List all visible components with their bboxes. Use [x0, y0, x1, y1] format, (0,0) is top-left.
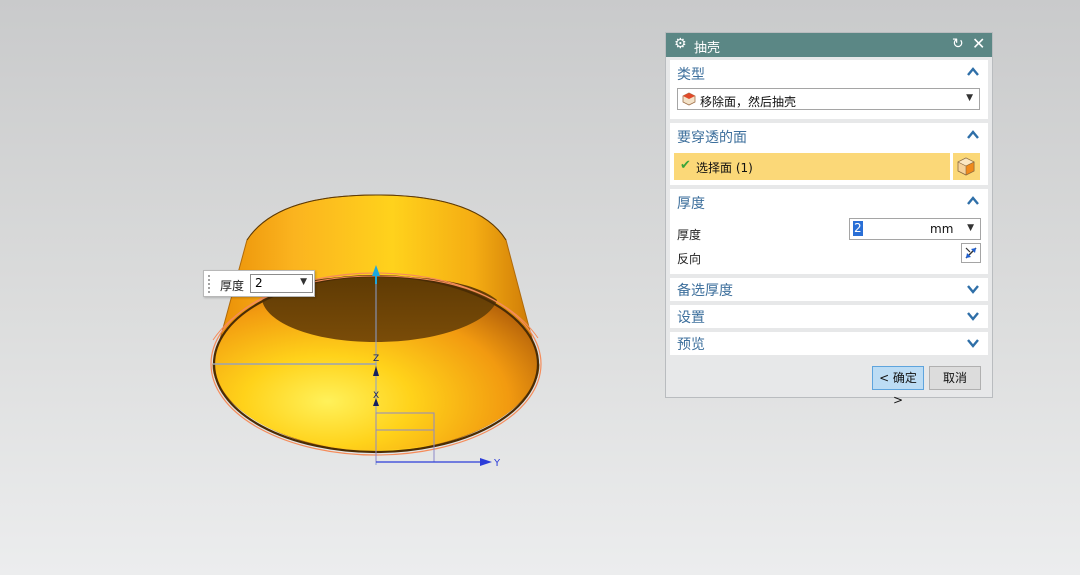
- section-preview-header[interactable]: 预览: [677, 334, 705, 354]
- axis-y-label: Y: [493, 458, 501, 469]
- section-settings-header[interactable]: 设置: [677, 307, 705, 327]
- section-thickness: 厚度 厚度 2 mm ▼ 反向: [670, 189, 988, 274]
- thickness-unit: mm: [930, 222, 954, 236]
- section-alt-thickness[interactable]: 备选厚度: [670, 278, 988, 301]
- chevron-down-icon[interactable]: [966, 282, 980, 296]
- type-dropdown[interactable]: 移除面，然后抽壳 ▼: [677, 88, 980, 110]
- checkmark-icon: ✔: [680, 158, 691, 173]
- chevron-up-icon[interactable]: [966, 65, 980, 79]
- remove-face-icon: [682, 92, 696, 106]
- chevron-down-icon[interactable]: ▼: [967, 223, 974, 233]
- cancel-button[interactable]: 取消: [929, 366, 981, 390]
- drag-grip-icon[interactable]: [207, 274, 211, 293]
- thickness-input[interactable]: 2 mm ▼: [849, 218, 981, 240]
- cube-icon: [957, 157, 975, 176]
- dialog-title-bar[interactable]: ⚙ 抽壳 ↻ ✕: [666, 33, 992, 57]
- chevron-down-icon[interactable]: ▼: [966, 93, 973, 103]
- section-type-header[interactable]: 类型: [677, 64, 705, 84]
- float-thickness-value: 2: [255, 276, 263, 290]
- float-thickness-label: 厚度: [220, 279, 245, 293]
- axis-z-label: Z: [373, 354, 379, 364]
- section-faces-header[interactable]: 要穿透的面: [677, 127, 747, 147]
- shell-dialog: ⚙ 抽壳 ↻ ✕ 类型 移除面，然后抽壳 ▼ 要穿透的面 ✔ 选择面 (1) 厚…: [665, 32, 993, 407]
- chevron-up-icon[interactable]: [966, 128, 980, 142]
- section-thickness-header[interactable]: 厚度: [677, 193, 705, 213]
- gear-icon: ⚙: [674, 36, 687, 52]
- section-settings[interactable]: 设置: [670, 305, 988, 328]
- select-face-label: 选择面 (1): [696, 161, 753, 175]
- reverse-label: 反向: [677, 252, 702, 266]
- chevron-up-icon[interactable]: [966, 194, 980, 208]
- reset-icon[interactable]: ↻: [952, 36, 964, 52]
- section-preview[interactable]: 预览: [670, 332, 988, 355]
- reverse-direction-button[interactable]: [961, 243, 981, 263]
- ok-button[interactable]: < 确定 >: [872, 366, 924, 407]
- axis-x-label: X: [373, 391, 379, 401]
- type-selected-value: 移除面，然后抽壳: [700, 95, 797, 109]
- chevron-down-icon[interactable]: [966, 336, 980, 350]
- section-faces: 要穿透的面 ✔ 选择面 (1): [670, 123, 988, 185]
- chevron-down-icon[interactable]: ▼: [300, 277, 307, 287]
- section-type: 类型 移除面，然后抽壳 ▼: [670, 60, 988, 119]
- float-thickness-field[interactable]: 2 ▼: [250, 274, 313, 293]
- thickness-float-input[interactable]: 厚度 2 ▼: [203, 270, 315, 297]
- close-icon[interactable]: ✕: [972, 34, 985, 53]
- reverse-direction-icon: [965, 247, 977, 259]
- face-selector-button[interactable]: [952, 153, 980, 180]
- thickness-label: 厚度: [677, 228, 702, 242]
- chevron-down-icon[interactable]: [966, 309, 980, 323]
- thickness-value: 2: [853, 221, 863, 236]
- y-axis-arrow: [480, 458, 492, 466]
- dialog-title: 抽壳: [694, 41, 721, 56]
- select-face-field[interactable]: ✔ 选择面 (1): [674, 153, 950, 180]
- section-alt-thickness-header[interactable]: 备选厚度: [677, 280, 733, 300]
